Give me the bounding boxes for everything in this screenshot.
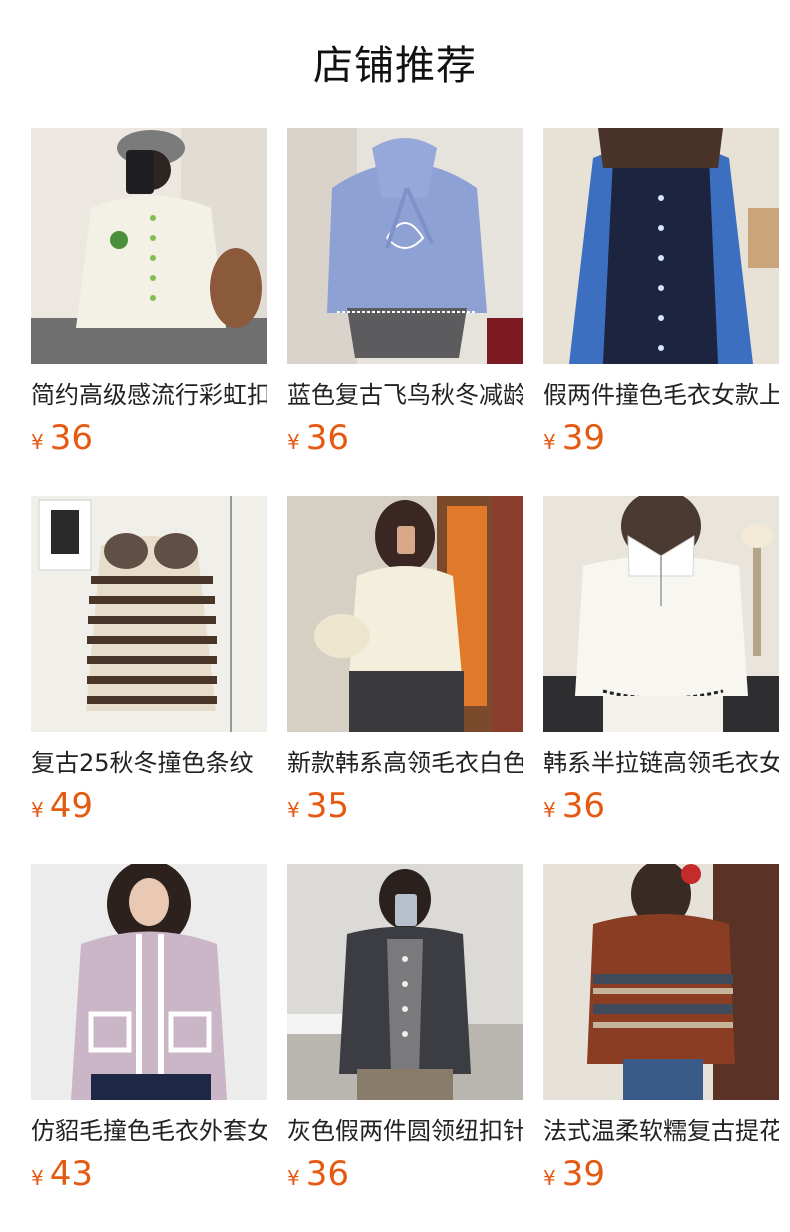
product-price: ¥39 bbox=[543, 1152, 779, 1196]
product-image[interactable] bbox=[543, 496, 779, 732]
product-photo-icon bbox=[543, 496, 779, 732]
price-value: 39 bbox=[561, 418, 605, 458]
product-photo-icon bbox=[287, 864, 523, 1100]
product-name[interactable]: 假两件撞色毛衣女款上衣 bbox=[543, 378, 779, 412]
product-name[interactable]: 灰色假两件圆领纽扣针织衫 bbox=[287, 1114, 523, 1148]
product-photo-icon bbox=[543, 864, 779, 1100]
product-name[interactable]: 简约高级感流行彩虹扣针织开衫 bbox=[31, 378, 267, 412]
product-name[interactable]: 新款韩系高领毛衣白色上衣 bbox=[287, 746, 523, 780]
price-value: 43 bbox=[49, 1154, 93, 1194]
product-name[interactable]: 蓝色复古飞鸟秋冬减龄毛衣 bbox=[287, 378, 523, 412]
product-photo-icon bbox=[31, 128, 267, 364]
product-card[interactable]: 复古25秋冬撞色条纹 ¥49 bbox=[31, 496, 267, 864]
product-photo-icon bbox=[287, 128, 523, 364]
product-card[interactable]: 假两件撞色毛衣女款上衣 ¥39 bbox=[543, 128, 779, 496]
currency-symbol: ¥ bbox=[543, 430, 556, 454]
product-name[interactable]: 韩系半拉链高领毛衣女 bbox=[543, 746, 779, 780]
product-card[interactable]: 法式温柔软糯复古提花毛衣 ¥39 bbox=[543, 864, 779, 1232]
product-price: ¥36 bbox=[543, 784, 779, 828]
currency-symbol: ¥ bbox=[31, 1166, 44, 1190]
product-price: ¥36 bbox=[287, 416, 523, 460]
product-price: ¥43 bbox=[31, 1152, 267, 1196]
product-grid: 简约高级感流行彩虹扣针织开衫 ¥36 bbox=[31, 128, 781, 1232]
product-image[interactable] bbox=[31, 864, 267, 1100]
currency-symbol: ¥ bbox=[287, 430, 300, 454]
product-price: ¥35 bbox=[287, 784, 523, 828]
product-price: ¥36 bbox=[287, 1152, 523, 1196]
product-photo-icon bbox=[31, 496, 267, 732]
currency-symbol: ¥ bbox=[287, 798, 300, 822]
price-value: 36 bbox=[305, 1154, 349, 1194]
product-card[interactable]: 灰色假两件圆领纽扣针织衫 ¥36 bbox=[287, 864, 523, 1232]
price-value: 36 bbox=[561, 786, 605, 826]
product-photo-icon bbox=[31, 864, 267, 1100]
product-card[interactable]: 韩系半拉链高领毛衣女 ¥36 bbox=[543, 496, 779, 864]
currency-symbol: ¥ bbox=[287, 1166, 300, 1190]
product-image[interactable] bbox=[287, 864, 523, 1100]
currency-symbol: ¥ bbox=[543, 798, 556, 822]
product-card[interactable]: 蓝色复古飞鸟秋冬减龄毛衣 ¥36 bbox=[287, 128, 523, 496]
product-image[interactable] bbox=[287, 128, 523, 364]
price-value: 35 bbox=[305, 786, 349, 826]
product-image[interactable] bbox=[31, 496, 267, 732]
product-photo-icon bbox=[543, 128, 779, 364]
recommendation-page: 店铺推荐 简约高级感流行彩虹扣 ¥ 36 蓝色复古飞鸟秋冬减龄 ¥ 36 假两件… bbox=[0, 0, 790, 1232]
currency-symbol: ¥ bbox=[31, 798, 44, 822]
price-value: 49 bbox=[49, 786, 93, 826]
currency-symbol: ¥ bbox=[543, 1166, 556, 1190]
product-price: ¥49 bbox=[31, 784, 267, 828]
price-value: 36 bbox=[49, 418, 93, 458]
product-image[interactable] bbox=[543, 128, 779, 364]
currency-symbol: ¥ bbox=[31, 430, 44, 454]
product-card[interactable]: 新款韩系高领毛衣白色上衣 ¥35 bbox=[287, 496, 523, 864]
price-value: 36 bbox=[305, 418, 349, 458]
product-card[interactable]: 仿貂毛撞色毛衣外套女 ¥43 bbox=[31, 864, 267, 1232]
product-image[interactable] bbox=[543, 864, 779, 1100]
product-card[interactable]: 简约高级感流行彩虹扣针织开衫 ¥36 bbox=[31, 128, 267, 496]
product-name[interactable]: 法式温柔软糯复古提花毛衣 bbox=[543, 1114, 779, 1148]
product-name[interactable]: 仿貂毛撞色毛衣外套女 bbox=[31, 1114, 267, 1148]
price-value: 39 bbox=[561, 1154, 605, 1194]
product-image[interactable] bbox=[287, 496, 523, 732]
product-photo-icon bbox=[287, 496, 523, 732]
section-title: 店铺推荐 bbox=[313, 43, 477, 89]
product-image[interactable] bbox=[31, 128, 267, 364]
product-price: ¥39 bbox=[543, 416, 779, 460]
product-name[interactable]: 复古25秋冬撞色条纹 bbox=[31, 746, 267, 780]
product-price: ¥36 bbox=[31, 416, 267, 460]
